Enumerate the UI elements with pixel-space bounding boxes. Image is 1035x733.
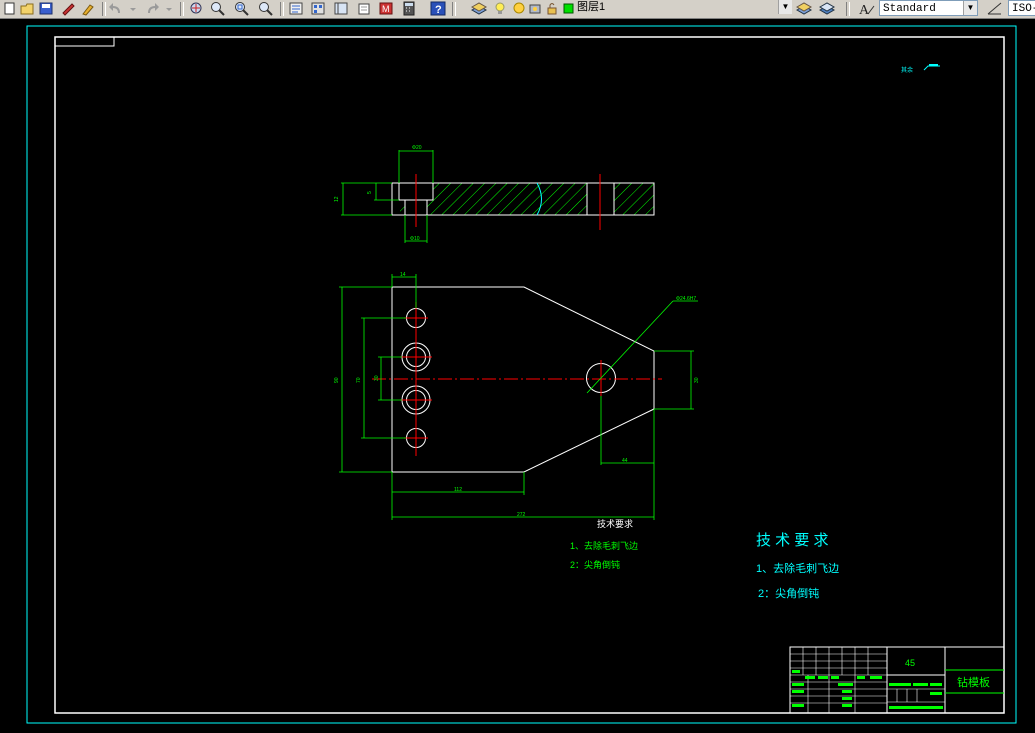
dim-tail-length: 44: [622, 458, 628, 464]
layer-dropdown-value: 图层1: [577, 1, 606, 13]
dimension-style-value: ISO-: [1012, 3, 1035, 15]
undo-icon[interactable]: [108, 1, 124, 16]
roughness-note: 其余: [901, 66, 913, 74]
undo-dropdown-icon[interactable]: [128, 1, 144, 16]
zoom-previous-icon[interactable]: [258, 1, 274, 16]
brush-icon[interactable]: [80, 1, 96, 16]
standard-toolbar: M ? 图层1 ▼ A Standard ▼ ISO: [0, 0, 1035, 19]
markup-icon[interactable]: M: [378, 1, 394, 16]
sheet-set-icon[interactable]: [356, 1, 372, 16]
properties-icon[interactable]: [288, 1, 304, 16]
material-label: 45: [905, 658, 915, 668]
plan-view: 14 90 70 30 30 44 112 272 Φ24.6H7: [334, 272, 700, 520]
text-style-value: Standard: [883, 3, 936, 15]
dim-big-hole: Φ24.6H7: [676, 296, 696, 302]
calculator-icon[interactable]: [401, 1, 417, 16]
dim-counterbore-depth: 5: [367, 191, 373, 194]
help-icon[interactable]: ?: [430, 1, 446, 16]
layer-dropdown[interactable]: 图层1 ▼: [574, 0, 792, 16]
make-layer-current-icon[interactable]: [795, 1, 813, 16]
match-properties-icon[interactable]: [60, 1, 76, 16]
chevron-down-icon[interactable]: ▼: [778, 0, 792, 14]
new-file-icon[interactable]: [2, 1, 18, 16]
roughness-value-mark: [929, 64, 938, 66]
dim-top-hole-bottom: Φ10: [410, 236, 420, 242]
layer-viewport-icon[interactable]: [528, 1, 544, 16]
layer-previous-icon[interactable]: [818, 1, 836, 16]
svg-text:?: ?: [435, 4, 442, 16]
redo-dropdown-icon[interactable]: [164, 1, 180, 16]
dim-thickness: 12: [334, 196, 340, 202]
layer-lock-icon[interactable]: [546, 1, 562, 16]
tech-req-small-line2: 2：尖角倒钝: [570, 559, 620, 570]
zoom-realtime-icon[interactable]: [210, 1, 226, 16]
pan-icon[interactable]: [188, 1, 204, 16]
part-name-label: 钻模板: [957, 675, 990, 689]
dim-hole-span-outer: 70: [356, 377, 362, 383]
tech-req-large-title: 技 术 要 求: [756, 532, 829, 549]
redo-icon[interactable]: [144, 1, 160, 16]
dim-overall-length: 272: [517, 512, 526, 518]
toolbar-separator: [180, 2, 184, 16]
drawing-canvas[interactable]: 其余 Φ20 Φ10 12 5 14 90 70 30 30 44 112 27…: [0, 19, 1035, 733]
zoom-window-icon[interactable]: [234, 1, 250, 16]
layer-on-icon[interactable]: [494, 1, 510, 16]
layer-manager-icon[interactable]: [470, 1, 488, 16]
sheet-outer-border: [26, 25, 1017, 724]
tech-req-small-line1: 1、去除毛刺飞边: [570, 540, 638, 551]
design-center-icon[interactable]: [310, 1, 326, 16]
open-file-icon[interactable]: [19, 1, 35, 16]
layer-freeze-icon[interactable]: [512, 1, 528, 16]
text-style-dropdown[interactable]: Standard ▼: [879, 0, 978, 16]
toolbar-separator: [280, 2, 284, 16]
dim-tail-height: 30: [694, 377, 700, 383]
svg-text:M: M: [382, 4, 390, 14]
save-icon[interactable]: [38, 1, 54, 16]
toolbar-separator: [102, 2, 106, 16]
dim-top-hole-width: Φ20: [412, 145, 422, 151]
chevron-down-icon[interactable]: ▼: [963, 1, 977, 15]
dim-width-left: 14: [400, 272, 406, 278]
section-hatch-right: [614, 183, 654, 215]
cad-drawing[interactable]: 其余 Φ20 Φ10 12 5 14 90 70 30 30 44 112 27…: [0, 19, 1035, 733]
roughness-symbol: [923, 65, 940, 71]
section-view: Φ20 Φ10 12 5: [334, 145, 655, 243]
dimension-style-icon[interactable]: [986, 1, 1002, 16]
tech-req-small-title: 技术要求: [597, 518, 633, 529]
tool-palettes-icon[interactable]: [333, 1, 349, 16]
tech-req-large-line1: 1、去除毛刺飞边: [756, 561, 839, 575]
sheet-corner-label-box: [54, 36, 115, 47]
title-block: 45 钻模板: [789, 646, 1005, 714]
dim-hole-span-inner: 30: [374, 375, 380, 381]
toolbar-separator: [846, 2, 850, 16]
dim-overall-height: 90: [334, 377, 340, 383]
dimension-style-dropdown[interactable]: ISO-: [1008, 0, 1035, 16]
tech-req-large-line2: 2：尖角倒钝: [758, 586, 819, 600]
dim-len-112: 112: [454, 487, 462, 493]
sheet-inner-border: [54, 36, 1005, 714]
text-style-icon[interactable]: A: [858, 1, 875, 18]
toolbar-separator: [452, 2, 456, 16]
